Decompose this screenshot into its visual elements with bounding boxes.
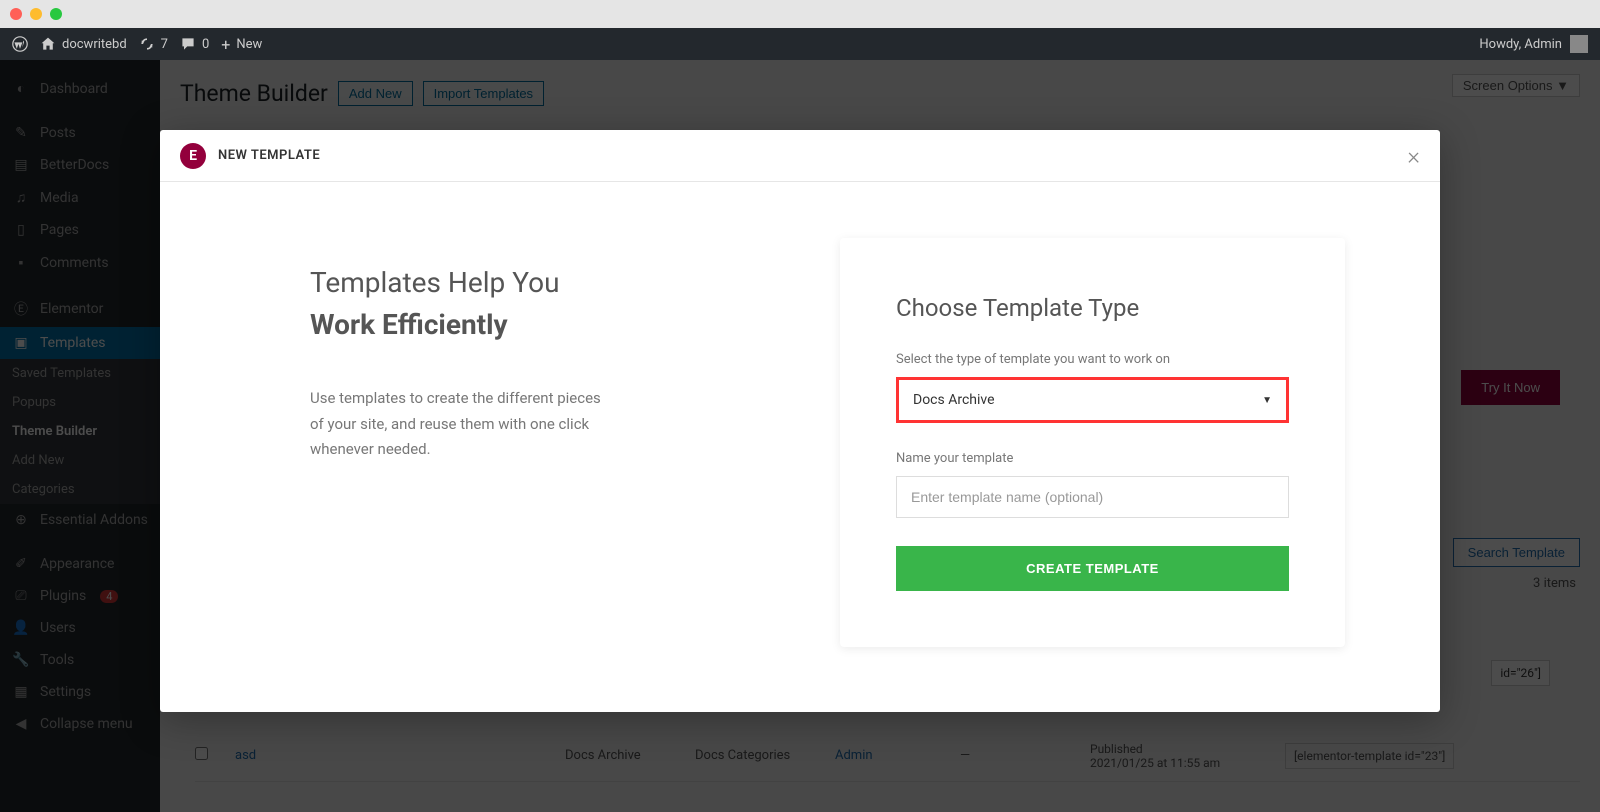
modal-title: NEW TEMPLATE	[218, 148, 320, 163]
new-link[interactable]: + New	[221, 35, 262, 54]
mac-titlebar	[0, 0, 1600, 28]
chevron-down-icon: ▼	[1262, 395, 1272, 406]
update-icon	[139, 36, 155, 52]
updates-count: 7	[161, 37, 168, 52]
howdy-text: Howdy, Admin	[1479, 37, 1562, 52]
wordpress-icon	[12, 36, 28, 52]
site-link[interactable]: docwritebd	[40, 36, 127, 52]
wp-logo[interactable]	[12, 36, 28, 52]
minimize-dot[interactable]	[30, 8, 42, 20]
select-value: Docs Archive	[913, 392, 995, 408]
new-label: New	[236, 37, 262, 52]
new-template-modal: E NEW TEMPLATE × Templates Help You Work…	[160, 130, 1440, 712]
comments-count: 0	[202, 37, 209, 52]
template-name-input[interactable]	[896, 476, 1289, 518]
updates-link[interactable]: 7	[139, 36, 168, 52]
howdy-link[interactable]: Howdy, Admin	[1479, 35, 1588, 53]
close-dot[interactable]	[10, 8, 22, 20]
maximize-dot[interactable]	[50, 8, 62, 20]
select-label: Select the type of template you want to …	[896, 352, 1289, 367]
modal-heading: Templates Help You Work Efficiently	[310, 262, 790, 346]
modal-description: Use templates to create the different pi…	[310, 386, 610, 463]
elementor-logo-icon: E	[180, 143, 206, 169]
close-button[interactable]: ×	[1407, 142, 1420, 170]
comments-link[interactable]: 0	[180, 36, 209, 52]
form-card: Choose Template Type Select the type of …	[840, 238, 1345, 647]
create-template-button[interactable]: CREATE TEMPLATE	[896, 546, 1289, 591]
plus-icon: +	[221, 35, 230, 54]
name-label: Name your template	[896, 451, 1289, 466]
template-type-select[interactable]: Docs Archive ▼	[896, 377, 1289, 423]
home-icon	[40, 36, 56, 52]
form-title: Choose Template Type	[896, 294, 1289, 322]
site-name: docwritebd	[62, 37, 127, 52]
avatar	[1570, 35, 1588, 53]
comment-icon	[180, 36, 196, 52]
admin-bar: docwritebd 7 0 + New Howdy, Admin	[0, 28, 1600, 60]
